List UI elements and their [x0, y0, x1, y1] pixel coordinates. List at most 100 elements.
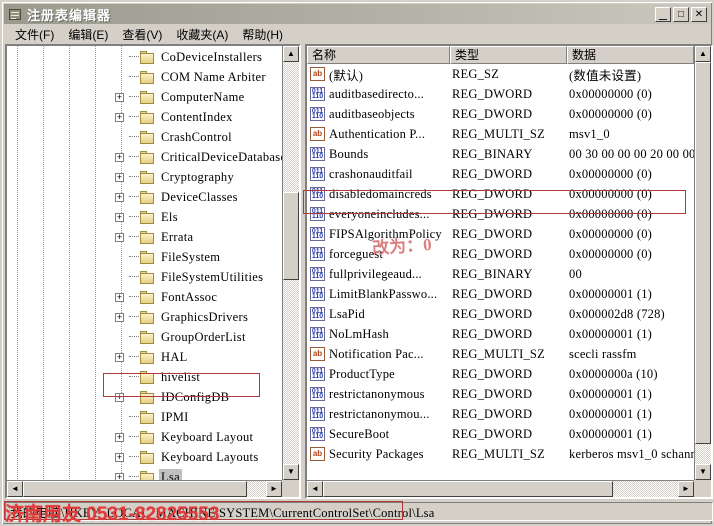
- maximize-button[interactable]: □: [673, 6, 689, 22]
- tree-node[interactable]: + ComputerName: [7, 87, 282, 107]
- list-hscroll-thumb[interactable]: [323, 481, 613, 497]
- menu-help[interactable]: 帮助(H): [235, 24, 290, 45]
- expand-plus-icon[interactable]: +: [115, 312, 124, 322]
- expand-plus-icon[interactable]: +: [115, 92, 124, 102]
- tree-vertical-scrollbar[interactable]: ▲ ▼: [282, 46, 299, 480]
- tree-node[interactable]: + CriticalDeviceDatabase: [7, 147, 282, 167]
- tree-horizontal-scrollbar[interactable]: ◄ ►: [7, 480, 282, 497]
- tree-node-selected[interactable]: + Lsa: [7, 467, 282, 480]
- value-name: everyoneincludes...: [329, 206, 430, 221]
- menu-file[interactable]: 文件(F): [8, 24, 61, 45]
- tree-node[interactable]: + GraphicsDrivers: [7, 307, 282, 327]
- value-row[interactable]: 011 110 Bounds REG_BINARY 00 30 00 00 00 20 …: [307, 144, 694, 164]
- tree-node[interactable]: + Cryptography: [7, 167, 282, 187]
- value-row[interactable]: ab Security Packages REG_MULTI_SZ kerberos …: [307, 444, 694, 464]
- tree-node[interactable]: + Errata: [7, 227, 282, 247]
- list-vscroll-thumb[interactable]: [695, 62, 711, 444]
- tree-node[interactable]: + DeviceClasses: [7, 187, 282, 207]
- value-name: crashonauditfail: [329, 166, 413, 181]
- menu-favorites[interactable]: 收藏夹(A): [169, 24, 235, 45]
- string-value-icon: ab: [310, 447, 325, 461]
- list-vertical-scrollbar[interactable]: ▲ ▼: [694, 46, 711, 480]
- tree-node[interactable]: CoDeviceInstallers: [7, 47, 282, 67]
- value-row[interactable]: 011 110 crashonauditfail REG_DWORD 0x0000000…: [307, 164, 694, 184]
- tree-node[interactable]: + HAL: [7, 347, 282, 367]
- value-row[interactable]: 011 110 NoLmHash REG_DWORD 0x00000001 (1): [307, 324, 694, 344]
- value-row[interactable]: 011 110 LimitBlankPasswo... REG_DWORD 0x0000…: [307, 284, 694, 304]
- list-horizontal-scrollbar[interactable]: ◄ ►: [307, 480, 694, 497]
- value-row[interactable]: ab Authentication P... REG_MULTI_SZ msv1_0: [307, 124, 694, 144]
- tree-node[interactable]: FileSystem: [7, 247, 282, 267]
- column-name[interactable]: 名称: [307, 46, 450, 64]
- tree-node[interactable]: COM Name Arbiter: [7, 67, 282, 87]
- value-row[interactable]: 011 110 LsaPid REG_DWORD 0x000002d8 (728): [307, 304, 694, 324]
- value-row[interactable]: ab Notification Pac... REG_MULTI_SZ scecli …: [307, 344, 694, 364]
- tree-scroll-left-button[interactable]: ◄: [7, 481, 23, 497]
- minimize-button[interactable]: _: [655, 5, 671, 22]
- tree-node[interactable]: CrashControl: [7, 127, 282, 147]
- tree-node[interactable]: + ContentIndex: [7, 107, 282, 127]
- expand-plus-icon[interactable]: +: [115, 152, 124, 162]
- expand-plus-icon[interactable]: +: [115, 432, 124, 442]
- value-row[interactable]: 011 110 auditbasedirecto... REG_DWORD 0x0000…: [307, 84, 694, 104]
- tree-node[interactable]: FileSystemUtilities: [7, 267, 282, 287]
- value-row[interactable]: 011 110 restrictanonymous REG_DWORD 0x000000…: [307, 384, 694, 404]
- value-row[interactable]: 011 110 SecureBoot REG_DWORD 0x00000001 (1): [307, 424, 694, 444]
- tree-node[interactable]: + Keyboard Layouts: [7, 447, 282, 467]
- value-row[interactable]: 011 110 FIPSAlgorithmPolicy REG_DWORD 0x0000…: [307, 224, 694, 244]
- value-name-cell: ab (默认): [307, 65, 450, 84]
- list-scroll-left-button[interactable]: ◄: [307, 481, 323, 497]
- list-hscroll-track[interactable]: [323, 481, 678, 497]
- tree-scroll-down-button[interactable]: ▼: [283, 464, 299, 480]
- menu-view[interactable]: 查看(V): [115, 24, 169, 45]
- list-scroll-right-button[interactable]: ►: [678, 481, 694, 497]
- tree-node[interactable]: + IDConfigDB: [7, 387, 282, 407]
- tree-node[interactable]: IPMI: [7, 407, 282, 427]
- tree-node-label: CoDeviceInstallers: [161, 49, 263, 64]
- value-row[interactable]: 011 110 everyoneincludes... REG_DWORD 0x0000…: [307, 204, 694, 224]
- tree-node[interactable]: hivelist: [7, 367, 282, 387]
- expand-plus-icon[interactable]: +: [115, 112, 124, 122]
- tree-node[interactable]: + Els: [7, 207, 282, 227]
- tree-vscroll-thumb[interactable]: [283, 192, 299, 280]
- expand-plus-icon[interactable]: +: [115, 292, 124, 302]
- tree-node-label: HAL: [161, 349, 188, 364]
- expand-plus-icon[interactable]: +: [115, 352, 124, 362]
- tree-hscroll-thumb[interactable]: [23, 481, 247, 497]
- tree-hscroll-track[interactable]: [23, 481, 266, 497]
- list-scroll-down-button[interactable]: ▼: [695, 464, 711, 480]
- value-row[interactable]: 011 110 ProductType REG_DWORD 0x0000000a (10…: [307, 364, 694, 384]
- value-row[interactable]: 011 110 fullprivilegeaud... REG_BINARY 00: [307, 264, 694, 284]
- expand-plus-icon[interactable]: +: [115, 192, 124, 202]
- value-data: 0x00000001 (1): [569, 286, 653, 301]
- tree-node[interactable]: + Keyboard Layout: [7, 427, 282, 447]
- tree-node[interactable]: + FontAssoc: [7, 287, 282, 307]
- value-type-cell: REG_DWORD: [450, 247, 567, 262]
- tree-scroll-right-button[interactable]: ►: [266, 481, 282, 497]
- column-type[interactable]: 类型: [450, 46, 567, 64]
- tree-vscroll-track[interactable]: [283, 62, 299, 464]
- expand-plus-icon[interactable]: +: [115, 472, 124, 480]
- expand-plus-icon[interactable]: +: [115, 212, 124, 222]
- value-row[interactable]: 011 110 disabledomaincreds REG_DWORD 0x00000…: [307, 184, 694, 204]
- expand-plus-icon[interactable]: +: [115, 172, 124, 182]
- value-row[interactable]: ab (默认) REG_SZ (数值未设置): [307, 64, 694, 84]
- tree-node-label: ContentIndex: [161, 109, 233, 124]
- window-controls: _ □ ✕: [655, 5, 707, 22]
- expand-plus-icon[interactable]: +: [115, 392, 124, 402]
- list-scroll-up-button[interactable]: ▲: [695, 46, 711, 62]
- expand-plus-icon[interactable]: +: [115, 232, 124, 242]
- value-name: FIPSAlgorithmPolicy: [329, 226, 442, 241]
- value-row[interactable]: 011 110 restrictanonymou... REG_DWORD 0x0000…: [307, 404, 694, 424]
- menu-edit[interactable]: 编辑(E): [61, 24, 115, 45]
- value-row[interactable]: 011 110 forceguest REG_DWORD 0x00000000 (0): [307, 244, 694, 264]
- close-button[interactable]: ✕: [691, 6, 707, 22]
- column-data[interactable]: 数据: [567, 46, 694, 64]
- expand-plus-icon[interactable]: +: [115, 452, 124, 462]
- value-name: ProductType: [329, 366, 395, 381]
- tree-scroll-up-button[interactable]: ▲: [283, 46, 299, 62]
- value-row[interactable]: 011 110 auditbaseobjects REG_DWORD 0x0000000…: [307, 104, 694, 124]
- tree-node[interactable]: GroupOrderList: [7, 327, 282, 347]
- value-data: 00 30 00 00 00 20 00 00: [569, 146, 694, 161]
- list-vscroll-track[interactable]: [695, 62, 711, 464]
